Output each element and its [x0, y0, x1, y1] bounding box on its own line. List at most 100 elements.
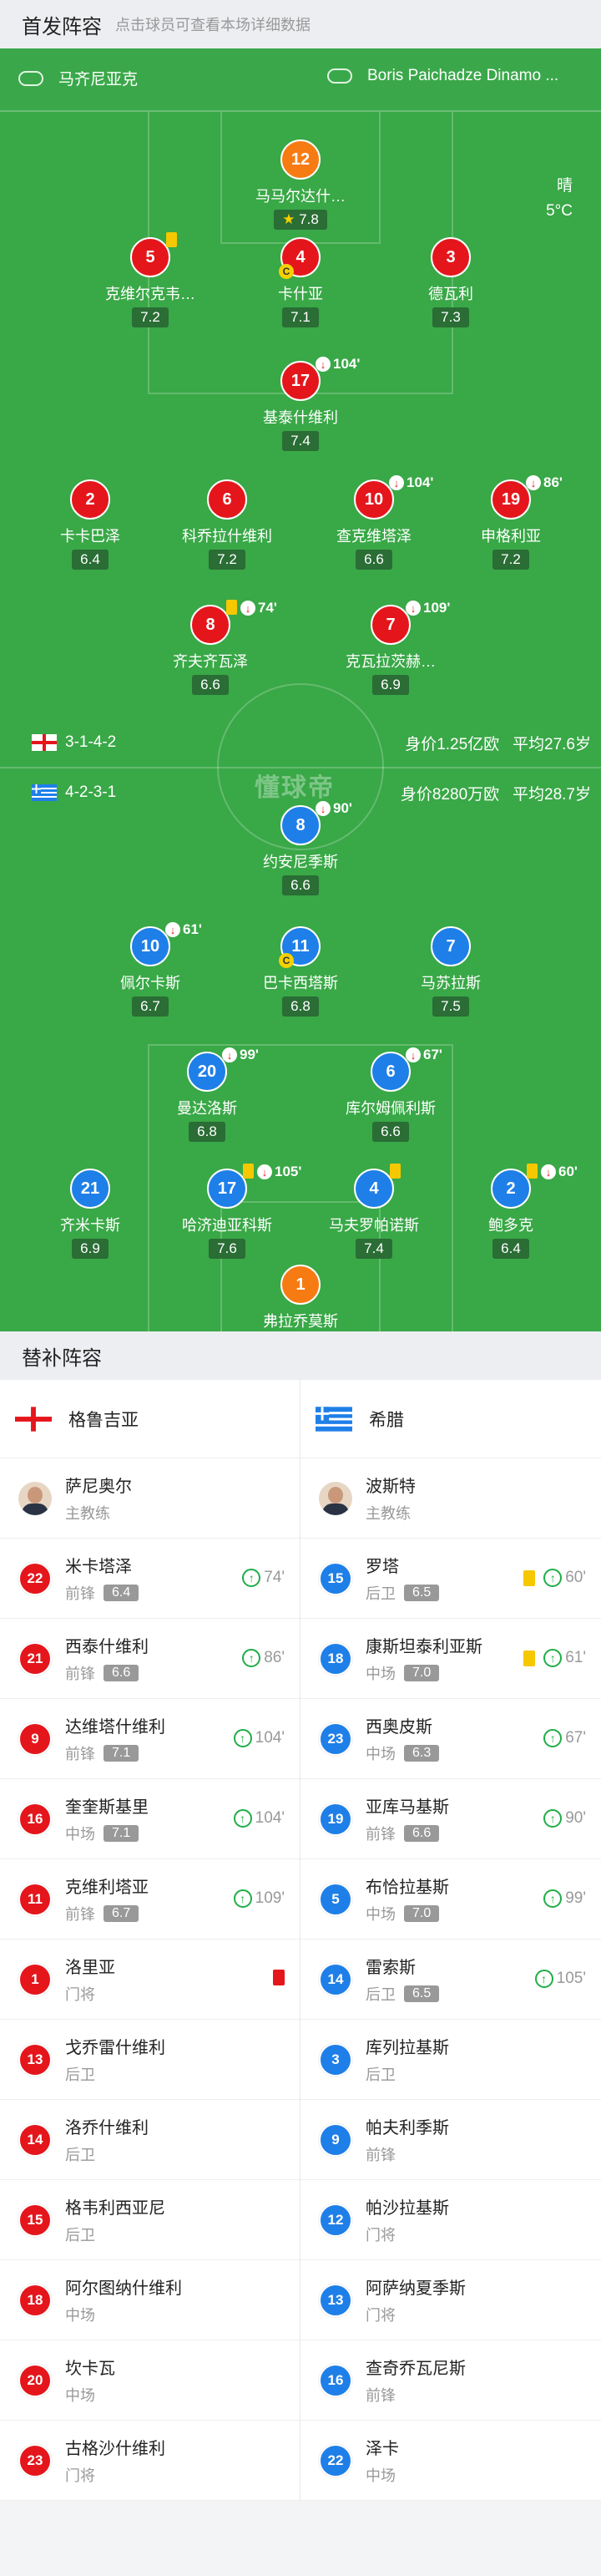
sub-player-row[interactable]: 16 查奇乔瓦尼斯 前锋 [300, 2340, 601, 2421]
lineup-header: 首发阵容 点击球员可查看本场详细数据 [0, 0, 601, 48]
weather: 晴 5°C [546, 174, 573, 224]
player-name: 申格利亚 [481, 528, 541, 545]
player-rating: 6.7 [132, 996, 169, 1017]
sub-player-row[interactable]: 16 奎奎斯基里 中场 7.1 ↑ 104' [0, 1779, 300, 1859]
player-number-badge: 4C [279, 237, 321, 279]
sub-player-row[interactable]: 23 西奥皮斯 中场 6.3 ↑ 67' [300, 1699, 601, 1779]
home-player[interactable]: 7 ↓ 109' 克瓦拉茨赫… 6.9 [324, 600, 457, 695]
sub-events: ↑ 61' [523, 1649, 586, 1667]
player-number-badge: 6 [207, 479, 247, 520]
away-player[interactable]: 11 C 巴卡西塔斯 6.8 [234, 926, 367, 1017]
sub-position: 前锋 [65, 1666, 95, 1682]
sub-player-row[interactable]: 18 康斯坦泰利亚斯 中场 7.0 ↑ 61' [300, 1619, 601, 1699]
sub-player-row[interactable]: 12 帕沙拉基斯 门将 [300, 2180, 601, 2260]
player-number: 19 [501, 489, 521, 509]
sub-position: 中场 [65, 2387, 95, 2404]
subs-title: 替补阵容 [22, 1346, 102, 1370]
home-player[interactable]: 8 ↓ 74' 齐夫齐瓦泽 6.6 [144, 600, 277, 695]
away-player[interactable]: 20 ↓ 99' 曼达洛斯 6.8 [140, 1047, 274, 1142]
home-player[interactable]: 4 C 卡什亚 7.1 [234, 237, 367, 327]
sub-off-icon: ↓ [240, 601, 255, 616]
player-rating: 6.4 [72, 550, 109, 570]
sub-position-line: 主教练 [65, 1502, 132, 1524]
coach-row[interactable]: 波斯特 主教练 [300, 1458, 601, 1539]
sub-name: 洛里亚 [65, 1959, 115, 1977]
home-player[interactable]: 5 克维尔克韦… 7.2 [83, 232, 217, 327]
player-number: 20 [197, 1062, 217, 1081]
away-player[interactable]: 17 ↓ 105' 哈济迪亚科斯 7.6 [160, 1164, 301, 1259]
player-name: 马马尔达什… [255, 188, 346, 205]
sub-player-row[interactable]: 9 帕夫利季斯 前锋 [300, 2100, 601, 2180]
player-rating: 6.6 [282, 875, 319, 895]
home-formation: 3-1-4-2 [65, 733, 117, 751]
player-rating-value: 7.4 [290, 433, 311, 449]
home-player[interactable]: 3 德瓦利 7.3 [384, 237, 518, 327]
subs-columns: 萨尼奥尔 主教练 22 米卡塔泽 前锋 6.4 ↑ 74' 21 西泰什维利 前锋 6.6 ↑ 86' 9 达… [0, 1458, 601, 2501]
sub-info: 坎卡瓦 中场 [65, 2355, 115, 2406]
home-team-heading-label: 格鲁吉亚 [68, 1411, 139, 1430]
player-number: 1 [295, 1275, 306, 1294]
sub-player-row[interactable]: 14 雷索斯 后卫 6.5 ↑ 105' [300, 1940, 601, 2020]
home-player[interactable]: 10 ↓ 104' 查克维塔泽 6.6 [307, 474, 441, 570]
sub-on-icon: ↑ [242, 1649, 261, 1667]
subs-panel: 格鲁吉亚 希腊 萨尼奥尔 主教练 22 米卡塔泽 前锋 6.4 ↑ 74' 21 西泰什维利 前锋 6… [0, 1380, 601, 2501]
sub-number-badge: 23 [319, 1722, 352, 1756]
sub-name: 波斯特 [366, 1478, 416, 1496]
sub-player-row[interactable]: 22 米卡塔泽 前锋 6.4 ↑ 74' [0, 1539, 300, 1619]
away-player[interactable]: 7 马苏拉斯 7.5 [384, 926, 518, 1017]
sub-position: 门将 [366, 2307, 396, 2324]
sub-position-line: 后卫 6.5 [366, 1983, 440, 2005]
player-name: 弗拉乔莫斯 [263, 1313, 338, 1330]
away-player[interactable]: 21 齐米卡斯 6.9 [23, 1169, 157, 1259]
sub-off-marker: ↓ 109' [406, 600, 450, 616]
home-team-label: 马齐尼亚克 [18, 67, 138, 89]
away-player[interactable]: 10 ↓ 61' 佩尔卡斯 6.7 [83, 921, 217, 1017]
sub-player-row[interactable]: 21 西泰什维利 前锋 6.6 ↑ 86' [0, 1619, 300, 1699]
home-player[interactable]: 2 卡卡巴泽 6.4 [23, 479, 157, 570]
player-rating: 7.1 [282, 307, 319, 327]
georgia-flag-icon [32, 734, 57, 751]
player-number-badge: 8 ↓ 90' [280, 800, 352, 845]
sub-player-row[interactable]: 19 亚库马基斯 前锋 6.6 ↑ 90' [300, 1779, 601, 1859]
subs-away-header: 希腊 [300, 1380, 601, 1458]
away-player[interactable]: 6 ↓ 67' 库尔姆佩利斯 6.6 [324, 1047, 457, 1142]
sub-player-row[interactable]: 20 坎卡瓦 中场 [0, 2340, 300, 2421]
home-player[interactable]: 19 ↓ 86' 申格利亚 7.2 [444, 474, 578, 570]
sub-player-row[interactable]: 23 古格沙什维利 门将 [0, 2421, 300, 2501]
sub-player-row[interactable]: 13 阿萨纳夏季斯 门将 [300, 2260, 601, 2340]
away-player[interactable]: 1弗拉乔莫斯7.4 [234, 1265, 367, 1331]
player-rating-value: 6.4 [80, 551, 100, 567]
away-stats: 身价8280万欧 平均28.7岁 [401, 782, 591, 804]
sub-position: 后卫 [65, 2227, 95, 2244]
sub-info: 西泰什维利 前锋 6.6 [65, 1633, 149, 1684]
home-player[interactable]: 6 科乔拉什维利 7.2 [160, 479, 294, 570]
sub-player-row[interactable]: 22 泽卡 中场 [300, 2421, 601, 2501]
yellow-card-icon [390, 1164, 401, 1179]
sub-player-row[interactable]: 3 库列拉基斯 后卫 [300, 2020, 601, 2100]
sub-player-row[interactable]: 15 格韦利西亚尼 后卫 [0, 2180, 300, 2260]
sub-player-row[interactable]: 13 戈乔雷什维利 后卫 [0, 2020, 300, 2100]
home-team-heading: 格鲁吉亚 [0, 1380, 300, 1458]
coach-row[interactable]: 萨尼奥尔 主教练 [0, 1458, 300, 1539]
sub-player-row[interactable]: 9 达维塔什维利 前锋 7.1 ↑ 104' [0, 1699, 300, 1779]
sub-position: 后卫 [366, 2066, 396, 2083]
sub-player-row[interactable]: 5 布恰拉基斯 中场 7.0 ↑ 99' [300, 1859, 601, 1940]
player-number: 7 [446, 936, 456, 956]
sub-position: 后卫 [65, 2066, 95, 2083]
sub-number-badge: 13 [319, 2283, 352, 2317]
home-player[interactable]: 17 ↓ 104' 基泰什维利 7.4 [234, 356, 367, 451]
away-player[interactable]: 8 ↓ 90' 约安尼季斯 6.6 [234, 800, 367, 895]
home-player[interactable]: 12 马马尔达什… ★ 7.8 [234, 139, 367, 230]
sub-name: 克维利塔亚 [65, 1879, 149, 1897]
player-name: 克维尔克韦… [105, 286, 195, 302]
sub-player-row[interactable]: 11 克维利塔亚 前锋 6.7 ↑ 109' [0, 1859, 300, 1940]
player-number: 17 [217, 1179, 237, 1198]
sub-player-row[interactable]: 15 罗塔 后卫 6.5 ↑ 60' [300, 1539, 601, 1619]
sub-rating: 7.1 [104, 1825, 139, 1842]
away-player[interactable]: 4 马夫罗帕诺斯 7.4 [307, 1164, 441, 1259]
sub-player-row[interactable]: 1 洛里亚 门将 [0, 1940, 300, 2020]
sub-player-row[interactable]: 14 洛乔什维利 后卫 [0, 2100, 300, 2180]
sub-player-row[interactable]: 18 阿尔图纳什维利 中场 [0, 2260, 300, 2340]
away-player[interactable]: 2 ↓ 60' 鲍多克 6.4 [444, 1164, 578, 1259]
player-number: 8 [205, 615, 215, 634]
